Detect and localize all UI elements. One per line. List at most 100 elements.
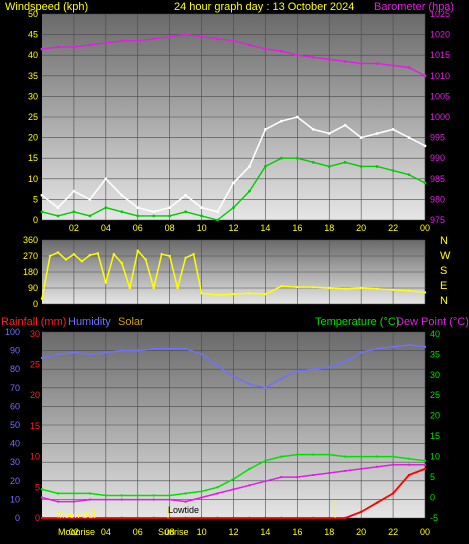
series-barometer-point [295,53,299,57]
series-dew-point-point [296,475,299,479]
series-humidity-point [184,347,187,350]
series-barometer-point [343,59,347,63]
series-windspeed-point [423,144,427,148]
dew-point-axis-title: Dew Point (°C) [396,316,469,328]
series-humidity-point [136,349,139,352]
barometer-tick-label: 1010 [430,71,450,81]
series-gust-point [104,206,108,210]
series-rainfall-point [280,516,283,520]
compass-label-w: W [440,250,451,262]
series-windspeed-point [407,136,411,140]
temperature-x-tick-label: 12 [228,527,238,537]
series-dew-point-point [407,463,411,467]
series-rainfall-point [120,516,123,520]
windspeed-tick-label: 15 [28,153,38,163]
series-barometer-point [200,35,203,39]
series-gust-point [264,165,267,168]
series-windspeed-point [168,206,172,210]
series-dew-point-point [168,498,171,501]
windspeed-tick-label: 0 [33,215,38,225]
series-dew-point-point [184,500,187,503]
windspeed-tick-label: 40 [28,50,38,60]
wind-x-tick-label: 22 [388,223,398,233]
direction-tick-label: 270 [23,251,38,261]
series-dew-point-point [40,496,44,499]
series-barometer-point [88,43,92,47]
series-barometer-point [375,62,379,65]
weather-graph: Windspeed (kph) 24 hour graph day : 13 O… [1,1,469,537]
series-windspeed-point [264,127,267,131]
wind-x-tick-label: 08 [165,223,175,233]
series-humidity-point [56,353,60,356]
humidity-tick-label: 90 [10,346,20,356]
series-gust-point [88,214,92,218]
temperature-x-tick-label: 22 [388,527,398,537]
series-wind-direction-point [64,258,68,261]
series-gust-point [200,214,203,218]
series-barometer-point [311,55,315,59]
series-temperature-point [328,453,331,456]
series-rainfall-point [328,516,331,520]
temperature-x-tick-label: 06 [133,527,143,537]
series-wind-direction-point [176,286,179,290]
humidity-tick-label: 80 [10,364,20,374]
humidity-tick-label: 40 [10,439,20,449]
series-humidity-point [40,356,44,360]
series-wind-direction-point [359,286,363,290]
rainfall-tick-label: 15 [30,421,40,431]
temperature-tick-label: 40 [430,329,440,339]
humidity-tick-label: 70 [10,383,20,393]
series-dew-point-point [280,475,283,479]
barometer-tick-label: 995 [430,133,445,143]
series-humidity-point [280,377,283,380]
rainfall-tick-label: 10 [30,452,40,462]
series-wind-direction-point [328,286,331,290]
series-gust-point [311,160,315,164]
wind-x-tick-label: 18 [324,223,334,233]
series-gust-point [184,210,188,214]
windspeed-tick-label: 5 [33,194,38,204]
direction-tick-label: 360 [23,235,38,245]
series-dew-point-point [312,473,315,477]
series-gust-point [216,218,219,222]
series-gust-point [343,160,347,164]
series-barometer-point [104,41,108,45]
series-dew-point-point [359,467,363,471]
barometer-tick-label: 975 [430,215,445,225]
chart-title: 24 hour graph day : 13 October 2024 [174,1,354,13]
temperature-tick-label: -5 [430,513,438,523]
series-temperature-point [40,488,44,491]
series-rainfall-point [296,516,299,520]
series-windspeed-point [104,177,108,181]
series-barometer-point [120,39,124,43]
series-humidity-point [72,351,76,354]
direction-tick-label: 180 [23,267,38,277]
series-wind-direction-point [168,254,171,258]
series-humidity-point [296,369,299,373]
series-gust-point [152,214,156,218]
series-windspeed-point [184,193,188,197]
temperature-tick-label: 0 [430,493,435,503]
series-windspeed-point [232,181,235,185]
series-humidity-point [104,351,108,354]
humidity-tick-label: 30 [10,457,20,467]
series-windspeed-point [216,210,219,214]
series-humidity-point [120,349,123,352]
series-dew-point-point [344,469,347,473]
series-barometer-point [279,49,283,53]
series-rainfall-point [168,516,171,520]
compass-label-n2: N [440,295,448,307]
temperature-x-tick-label: 14 [260,527,270,537]
series-rainfall-point [359,510,363,514]
series-temperature-point [312,453,315,456]
series-gust-point [40,210,44,214]
series-wind-direction-point [375,287,379,291]
windspeed-tick-label: 35 [28,71,38,81]
series-barometer-point [40,47,44,51]
series-barometer-point [136,39,140,43]
series-temperature-point [120,494,123,497]
series-gust-point [136,214,140,218]
series-windspeed-point [279,119,283,123]
direction-panel-axes: 0 90 180 270 360 [23,235,38,309]
series-windspeed-point [327,132,331,135]
